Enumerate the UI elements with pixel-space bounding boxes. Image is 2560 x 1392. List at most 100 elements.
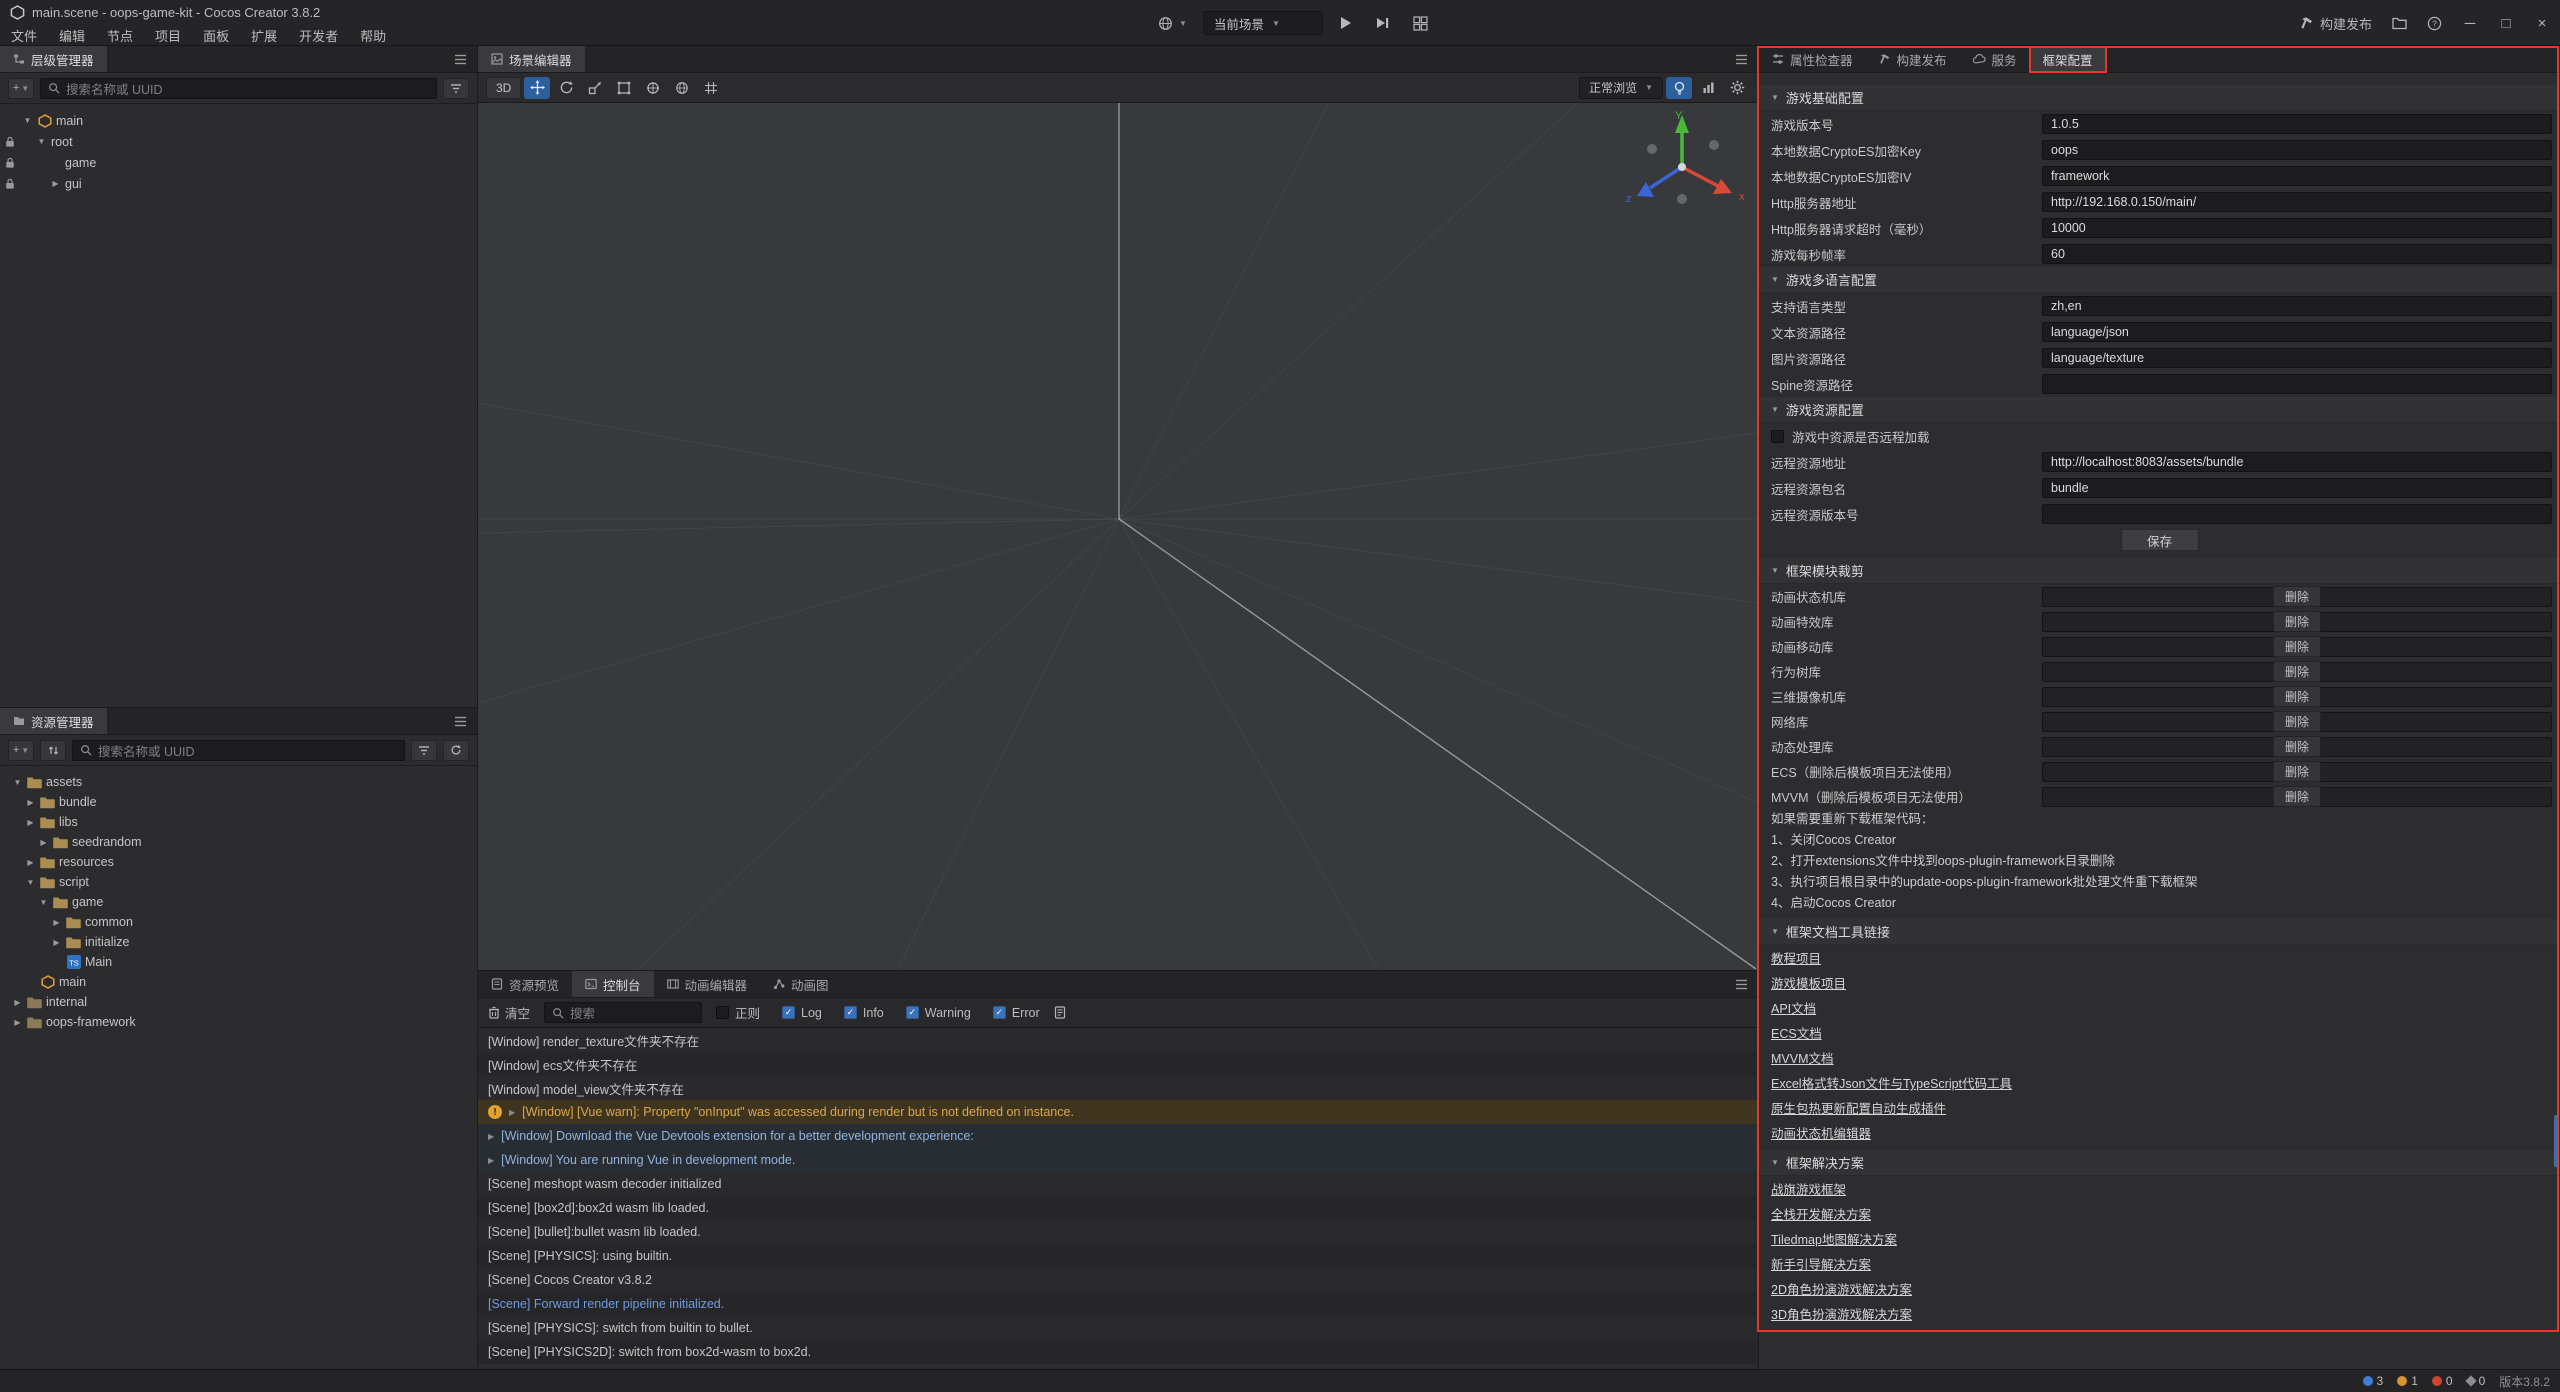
tab-动画编辑器[interactable]: 动画编辑器 (654, 971, 761, 997)
scene-select[interactable]: 当前场景 ▼ (1203, 11, 1323, 35)
tree-row-internal[interactable]: ▶internal (0, 992, 477, 1012)
log-row-1[interactable]: [Window] ecs文件夹不存在 (478, 1052, 1758, 1076)
log-row-11[interactable]: [Scene] Forward render pipeline initiali… (478, 1292, 1758, 1316)
language-field-input-3[interactable] (2042, 374, 2552, 394)
export-log-button[interactable] (1054, 1006, 1066, 1019)
section-doc-links[interactable]: ▼ 框架文档工具链接 (1759, 919, 2560, 945)
doc-link-6[interactable]: 原生包热更新配置自动生成插件 (1771, 1098, 1946, 1117)
log-row-12[interactable]: [Scene] [PHYSICS]: switch from builtin t… (478, 1316, 1758, 1340)
tab-hierarchy[interactable]: 层级管理器 (0, 46, 107, 72)
section-module-trim[interactable]: ▼ 框架模块裁剪 (1759, 558, 2560, 584)
inspector-scrollbar[interactable] (2554, 1115, 2559, 1167)
tab-控制台[interactable]: 控制台 (572, 971, 654, 997)
expand-arrow-icon[interactable]: ▶ (23, 798, 38, 807)
log-row-9[interactable]: [Scene] [PHYSICS]: using builtin. (478, 1244, 1758, 1268)
delete-button[interactable]: 删除 (2273, 686, 2321, 707)
tab-框架配置[interactable]: 框架配置 (2030, 46, 2106, 72)
language-field-input-0[interactable]: zh,en (2042, 296, 2552, 316)
log-row-4[interactable]: ▶[Window] Download the Vue Devtools exte… (478, 1124, 1758, 1148)
console-menu-icon[interactable] (1725, 971, 1758, 997)
scene-stats-button[interactable] (1695, 77, 1721, 99)
scene-menu-icon[interactable] (1725, 46, 1758, 72)
delete-button[interactable]: 删除 (2273, 761, 2321, 782)
log-row-3[interactable]: !▶[Window] [Vue warn]: Property "onInput… (478, 1100, 1758, 1124)
menu-item-4[interactable]: 面板 (192, 23, 240, 48)
doc-link-3[interactable]: ECS文档 (1771, 1023, 1822, 1042)
log-row-8[interactable]: [Scene] [bullet]:bullet wasm lib loaded. (478, 1220, 1758, 1244)
checkbox-checked[interactable]: ✓ (993, 1006, 1006, 1019)
world-local-toggle-button[interactable] (669, 77, 695, 99)
doc-link-5[interactable]: Excel格式转Json文件与TypeScript代码工具 (1771, 1073, 2012, 1092)
expand-arrow-icon[interactable]: ▶ (36, 838, 51, 847)
hierarchy-filter-button[interactable] (443, 78, 469, 99)
filter-正则[interactable]: 正则 (716, 1003, 760, 1022)
language-field-input-1[interactable]: language/json (2042, 322, 2552, 342)
message-count-badge[interactable]: 0 (2467, 1374, 2486, 1388)
preview-target-button[interactable]: ▼ (1150, 10, 1195, 36)
view-mode-select[interactable]: 正常浏览 ▼ (1579, 77, 1663, 99)
create-asset-button[interactable]: +▼ (8, 740, 34, 761)
solution-link-4[interactable]: 2D角色扮演游戏解决方案 (1771, 1279, 1912, 1298)
log-row-13[interactable]: [Scene] [PHYSICS2D]: switch from box2d-w… (478, 1340, 1758, 1364)
solution-link-1[interactable]: 全栈开发解决方案 (1771, 1204, 1871, 1223)
expand-arrow-icon[interactable]: ▶ (48, 179, 63, 188)
hierarchy-menu-icon[interactable] (444, 46, 477, 72)
checkbox-checked[interactable]: ✓ (782, 1006, 795, 1019)
help-button[interactable]: ? (2419, 10, 2450, 36)
menu-item-5[interactable]: 扩展 (240, 23, 288, 48)
assets-filter-button[interactable] (411, 740, 437, 761)
expand-arrow-icon[interactable]: ▼ (20, 116, 35, 125)
delete-button[interactable]: 删除 (2273, 786, 2321, 807)
expand-arrow-icon[interactable]: ▼ (10, 778, 25, 787)
expand-arrow-icon[interactable]: ▶ (49, 918, 64, 927)
basic-field-input-4[interactable]: 10000 (2042, 218, 2552, 238)
tree-row-main[interactable]: main (0, 972, 477, 992)
tree-row-oops-framework[interactable]: ▶oops-framework (0, 1012, 477, 1032)
menu-item-3[interactable]: 项目 (144, 23, 192, 48)
tab-服务[interactable]: 服务 (1960, 46, 2030, 72)
expand-arrow-icon[interactable]: ▶ (23, 818, 38, 827)
minimize-button[interactable]: ─ (2454, 8, 2486, 38)
basic-field-input-5[interactable]: 60 (2042, 244, 2552, 264)
solution-link-2[interactable]: Tiledmap地图解决方案 (1771, 1229, 1897, 1248)
filter-Error[interactable]: ✓Error (993, 1006, 1040, 1020)
scene-settings-button[interactable] (1724, 77, 1750, 99)
expand-arrow-icon[interactable]: ▶ (10, 1018, 25, 1027)
solution-link-3[interactable]: 新手引导解决方案 (1771, 1254, 1871, 1273)
tab-属性检查器[interactable]: 属性检查器 (1759, 46, 1866, 72)
save-button[interactable]: 保存 (2121, 529, 2199, 551)
close-button[interactable]: × (2526, 8, 2558, 38)
delete-button[interactable]: 删除 (2273, 711, 2321, 732)
log-row-10[interactable]: [Scene] Cocos Creator v3.8.2 (478, 1268, 1758, 1292)
expand-arrow-icon[interactable]: ▶ (509, 1108, 515, 1117)
resource-field-input-0[interactable]: http://localhost:8083/assets/bundle (2042, 452, 2552, 472)
dimension-toggle-button[interactable]: 3D (486, 77, 521, 99)
delete-button[interactable]: 删除 (2273, 586, 2321, 607)
filter-Info[interactable]: ✓Info (844, 1006, 884, 1020)
tab-构建发布[interactable]: 构建发布 (1866, 46, 1960, 72)
warning-count-badge[interactable]: 1 (2397, 1374, 2418, 1388)
tree-row-seedrandom[interactable]: ▶seedrandom (0, 832, 477, 852)
basic-field-input-0[interactable]: 1.0.5 (2042, 114, 2552, 134)
delete-button[interactable]: 删除 (2273, 736, 2321, 757)
expand-arrow-icon[interactable]: ▼ (36, 898, 51, 907)
expand-arrow-icon[interactable]: ▶ (488, 1156, 494, 1165)
assets-search-input[interactable]: 搜索名称或 UUID (72, 740, 405, 761)
expand-arrow-icon[interactable]: ▼ (23, 878, 38, 887)
checkbox-unchecked[interactable] (716, 1006, 729, 1019)
maximize-button[interactable]: □ (2490, 8, 2522, 38)
menu-item-0[interactable]: 文件 (0, 23, 48, 48)
tab-资源预览[interactable]: 资源预览 (478, 971, 572, 997)
scene-viewport[interactable]: x Y z (478, 103, 1758, 970)
tree-row-bundle[interactable]: ▶bundle (0, 792, 477, 812)
delete-button[interactable]: 删除 (2273, 611, 2321, 632)
expand-arrow-icon[interactable]: ▶ (23, 858, 38, 867)
menu-item-6[interactable]: 开发者 (288, 23, 349, 48)
step-button[interactable] (1368, 10, 1397, 36)
expand-arrow-icon[interactable]: ▶ (49, 938, 64, 947)
resource-field-input-2[interactable] (2042, 504, 2552, 524)
tree-row-assets[interactable]: ▼assets (0, 772, 477, 792)
orientation-gizmo[interactable]: x Y z (1612, 107, 1752, 227)
tree-row-libs[interactable]: ▶libs (0, 812, 477, 832)
expand-arrow-icon[interactable]: ▼ (34, 137, 49, 146)
